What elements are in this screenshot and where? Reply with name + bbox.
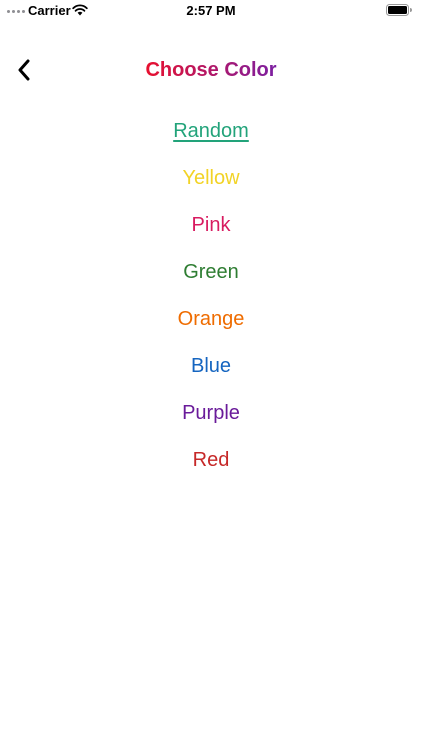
clock: 2:57 PM [186, 3, 236, 18]
color-option-blue[interactable]: Blue [0, 343, 422, 390]
color-option-purple[interactable]: Purple [0, 390, 422, 437]
status-bar: Carrier 2:57 PM [0, 0, 422, 22]
color-option-orange[interactable]: Orange [0, 296, 422, 343]
color-option-yellow[interactable]: Yellow [0, 155, 422, 202]
color-option-green[interactable]: Green [0, 249, 422, 296]
page-title: Choose Color [145, 59, 276, 81]
color-option-random[interactable]: Random [0, 108, 422, 155]
page-title-svg: Choose Color [145, 59, 276, 81]
color-option-pink[interactable]: Pink [0, 202, 422, 249]
color-options-list: Random Yellow Pink Green Orange Blue Pur… [0, 108, 422, 484]
color-option-red[interactable]: Red [0, 437, 422, 484]
navigation-bar: Choose Color [0, 44, 422, 96]
battery-icon [386, 4, 412, 16]
